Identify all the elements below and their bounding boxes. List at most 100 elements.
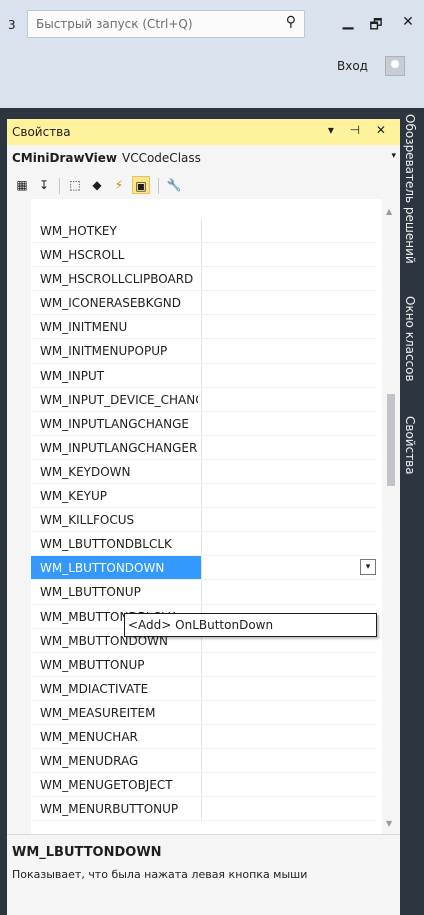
object-name: CMiniDrawView [12, 151, 117, 165]
property-name: WM_INITMENU [40, 320, 128, 335]
property-name: WM_INPUT [40, 368, 105, 383]
property-row[interactable]: WM_MENUCHAR [31, 724, 378, 750]
property-value[interactable] [201, 315, 378, 339]
close-window-button[interactable]: ✕ [396, 14, 420, 34]
quick-launch-input[interactable]: Быстрый запуск (Ctrl+Q) ⚲ [27, 10, 305, 38]
property-name: WM_HOTKEY [40, 224, 117, 238]
property-row[interactable]: WM_LBUTTONUP [31, 580, 378, 605]
property-row[interactable]: WM_INPUTLANGCHANGE [31, 411, 378, 436]
property-value[interactable]: ▾ [201, 556, 378, 580]
account-icon[interactable] [385, 56, 405, 76]
property-name: WM_LBUTTONDBLCLK [40, 537, 172, 552]
alphabetical-icon[interactable]: ↧ [35, 176, 53, 194]
property-name: WM_MENUCHAR [40, 729, 138, 744]
chevron-down-icon[interactable]: ▾ [391, 151, 396, 161]
property-value[interactable] [201, 508, 378, 532]
property-row[interactable]: WM_INPUT_DEVICE_CHANGE [31, 387, 378, 412]
property-name: WM_KEYDOWN [40, 464, 131, 479]
property-name: WM_MEASUREITEM [40, 705, 156, 720]
minimize-button[interactable]: ▁ [336, 14, 360, 34]
property-row[interactable]: WM_MENUGETOBJECT [31, 773, 378, 798]
property-value[interactable] [201, 676, 378, 700]
restore-button[interactable]: 🗗 [364, 14, 388, 34]
properties-panel: Свойства ▾ ⊣ ✕ CMiniDrawView VCCodeClass… [7, 119, 400, 915]
title-bar: 3 Быстрый запуск (Ctrl+Q) ⚲ ▁ 🗗 ✕ Вход [0, 0, 424, 108]
property-value[interactable] [201, 773, 378, 797]
property-value[interactable] [201, 267, 378, 291]
search-icon[interactable]: ⚲ [286, 14, 296, 30]
property-row[interactable]: WM_HSCROLL [31, 243, 378, 268]
description-pane: WM_LBUTTONDOWN Показывает, что была нажа… [7, 834, 400, 891]
overrides-icon[interactable]: ▣ [132, 176, 150, 194]
property-row[interactable]: WM_INPUT [31, 363, 378, 388]
property-value[interactable] [201, 652, 378, 676]
scroll-down-icon[interactable]: ▼ [386, 819, 392, 828]
property-row[interactable]: WM_INITMENU [31, 315, 378, 340]
property-row[interactable]: WM_ICONERASEBKGND [31, 291, 378, 316]
quick-launch-placeholder: Быстрый запуск (Ctrl+Q) [36, 17, 193, 31]
property-value[interactable] [201, 219, 378, 243]
property-name: WM_INPUTLANGCHANGEREQUEST [40, 440, 198, 455]
property-value[interactable] [201, 797, 378, 821]
property-value[interactable] [201, 387, 378, 411]
property-value[interactable] [201, 484, 378, 508]
property-value[interactable] [201, 749, 378, 773]
properties-icon[interactable]: ⬚ [66, 176, 84, 194]
vertical-scrollbar[interactable]: ▲ ▼ [382, 199, 400, 834]
property-value[interactable] [201, 532, 378, 556]
property-row[interactable]: WM_KEYDOWN [31, 459, 378, 485]
add-handler-option[interactable]: <Add> OnLButtonDown [128, 618, 273, 632]
signin-link[interactable]: Вход [337, 59, 368, 73]
property-row[interactable]: WM_KEYUP [31, 484, 378, 509]
property-row[interactable]: WM_MEASUREITEM [31, 700, 378, 725]
scroll-thumb[interactable] [387, 394, 395, 486]
property-grid: WM_HOTKEY WM_HSCROLL WM_HSCROLLCLIPBOARD… [7, 199, 400, 834]
property-row[interactable]: WM_HOTKEY [31, 219, 378, 244]
property-value[interactable] [201, 724, 378, 749]
tab-properties[interactable]: Свойства [403, 416, 417, 475]
object-selector[interactable]: CMiniDrawView VCCodeClass ▾ [7, 145, 400, 172]
property-name: WM_KILLFOCUS [40, 513, 135, 528]
property-row[interactable]: WM_MENUDRAG [31, 749, 378, 774]
events-icon[interactable]: ◆ [88, 176, 106, 194]
property-row[interactable]: WM_KILLFOCUS [31, 508, 378, 533]
property-value[interactable] [201, 363, 378, 387]
property-name: WM_INPUT_DEVICE_CHANGE [40, 392, 198, 407]
property-value[interactable] [201, 291, 378, 315]
tab-class-view[interactable]: Окно классов [403, 296, 417, 382]
handler-dropdown-list: <Add> OnLButtonDown [124, 613, 377, 637]
chevron-down-icon[interactable]: ▾ [360, 559, 376, 576]
property-row[interactable]: WM_MBUTTONUP [31, 652, 378, 677]
property-value[interactable] [201, 459, 378, 484]
property-row[interactable]: WM_HSCROLLCLIPBOARD [31, 267, 378, 292]
property-name: WM_MBUTTONUP [40, 657, 145, 672]
property-value[interactable] [201, 339, 378, 363]
scroll-up-icon[interactable]: ▲ [386, 207, 392, 216]
property-row[interactable]: WM_INPUTLANGCHANGEREQUEST [31, 435, 378, 460]
property-row[interactable]: WM_INITMENUPOPUP [31, 339, 378, 364]
property-name: WM_KEYUP [40, 489, 108, 504]
property-pages-icon[interactable]: 🔧 [165, 176, 183, 194]
property-value[interactable] [201, 580, 378, 604]
properties-toolbar: ▦ ↧ ⬚ ◆ ⚡ ▣ 🔧 [7, 171, 400, 200]
property-value[interactable] [201, 411, 378, 435]
tab-solution-explorer[interactable]: Обозреватель решений [403, 114, 417, 264]
property-row[interactable]: WM_MDIACTIVATE [31, 676, 378, 701]
property-value[interactable] [201, 435, 378, 459]
property-row[interactable]: WM_LBUTTONDBLCLK [31, 532, 378, 557]
property-value[interactable] [201, 243, 378, 267]
property-name: WM_HSCROLL [40, 248, 125, 263]
panel-controls-icon[interactable]: ▾ ⊣ ✕ [328, 123, 392, 137]
categorized-icon[interactable]: ▦ [13, 176, 31, 194]
messages-icon[interactable]: ⚡ [110, 176, 128, 194]
property-name: WM_LBUTTONUP [40, 585, 141, 600]
property-name: WM_MENURBUTTONUP [40, 802, 179, 817]
description-title: WM_LBUTTONDOWN [12, 845, 162, 860]
property-value[interactable] [201, 700, 378, 724]
panel-header: Свойства ▾ ⊣ ✕ [7, 119, 400, 145]
property-row-selected[interactable]: WM_LBUTTONDOWN ▾ [31, 556, 378, 581]
side-tab-strip: Обозреватель решений Окно классов Свойст… [400, 108, 424, 915]
description-text: Показывает, что была нажата левая кнопка… [12, 868, 308, 881]
property-name: WM_HSCROLLCLIPBOARD [40, 272, 194, 287]
property-row[interactable]: WM_MENURBUTTONUP [31, 797, 378, 822]
